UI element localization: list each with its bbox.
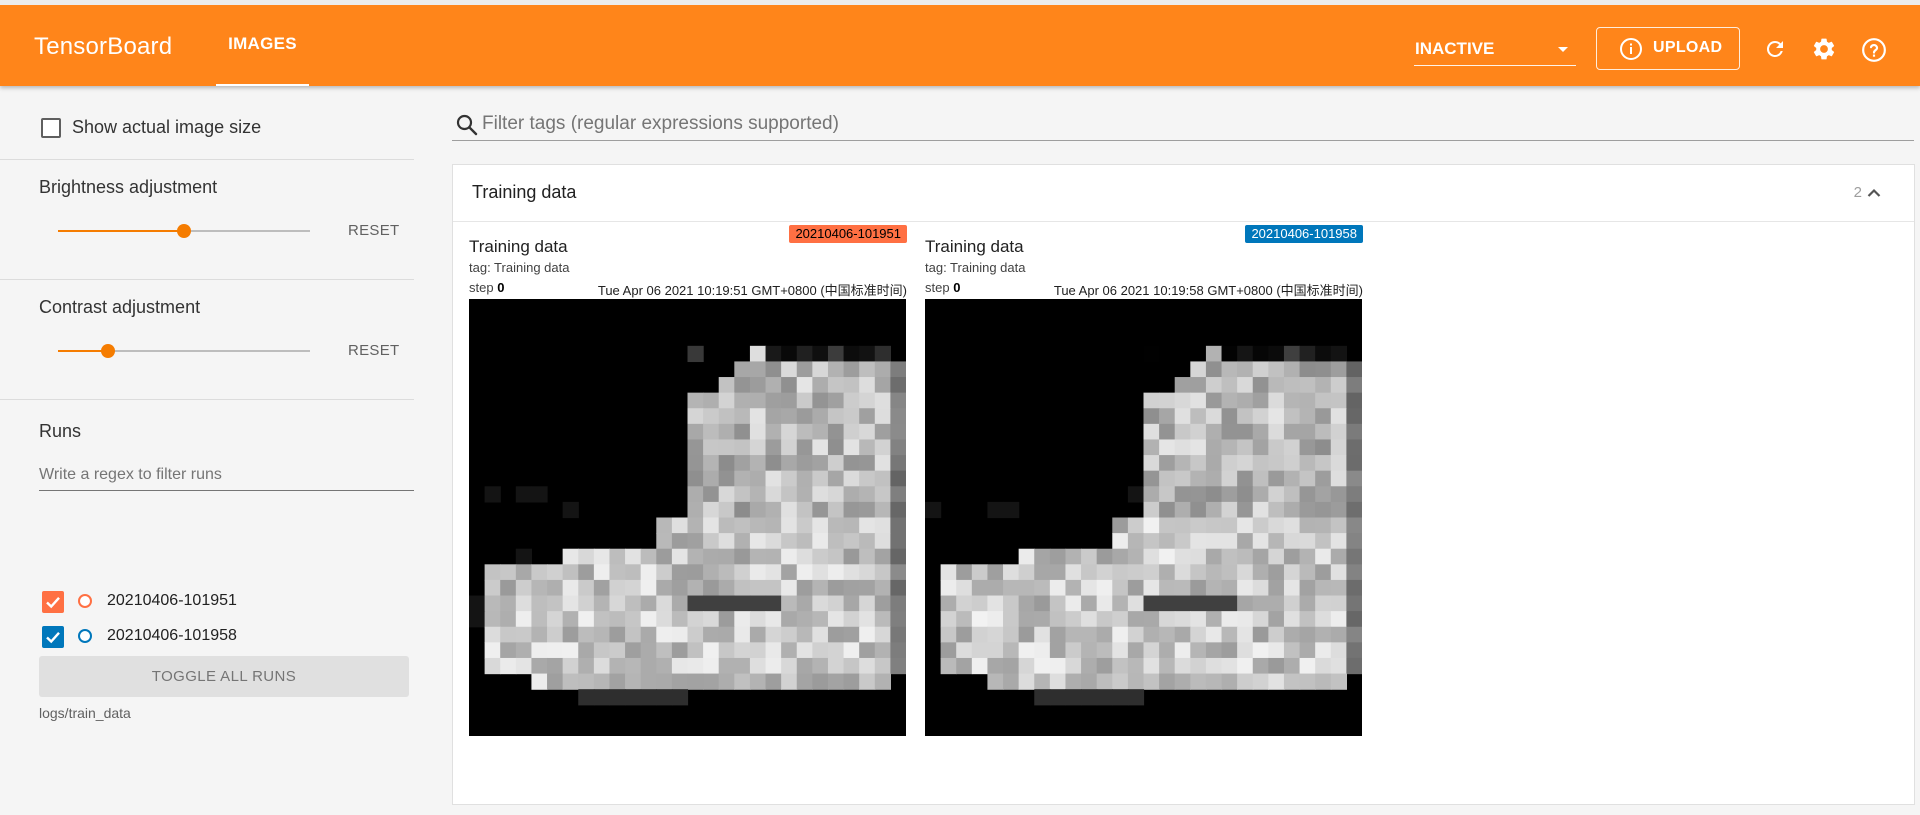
sidebar: Show actual image size Brightness adjust… [0,86,416,815]
step-value: 0 [953,280,961,295]
run-badge: 20210406-101951 [789,225,907,243]
brightness-section: Brightness adjustment RESET [0,159,414,280]
info-icon [1620,38,1642,60]
settings-icon[interactable] [1811,36,1837,62]
step-label: step [469,280,494,295]
tab-images-label: IMAGES [228,34,297,53]
show-actual-size-label: Show actual image size [72,117,262,137]
run-badge: 20210406-101958 [1245,225,1363,243]
training-image [469,345,906,706]
reload-status-value: INACTIVE [1415,39,1495,58]
image-card-tag: tag: Training data [469,260,570,275]
run-name: 20210406-101958 [107,627,237,644]
tag-group-count: 2 [1853,184,1862,201]
image-card-timestamp: Tue Apr 06 2021 10:19:51 GMT+0800 (中国标准时… [597,283,907,298]
refresh-icon[interactable] [1763,37,1787,61]
runs-filter-input[interactable] [39,460,414,491]
image-size-section: Show actual image size [0,86,414,160]
step-label: step [925,280,950,295]
help-icon[interactable] [1861,37,1887,63]
tag-group-title: Training data [472,182,577,202]
chevron-down-icon [1558,47,1568,52]
image-card-timestamp: Tue Apr 06 2021 10:19:58 GMT+0800 (中国标准时… [1053,283,1363,298]
toggle-all-runs-button[interactable]: TOGGLE ALL RUNS [39,656,409,697]
tab-images[interactable]: IMAGES [216,5,309,86]
image-card-title: Training data [925,237,1024,256]
training-image [925,345,1362,706]
top-app-bar: TensorBoard IMAGES INACTIVE UPLOAD [0,0,1920,86]
tag-filter-input[interactable] [482,110,1902,138]
search-icon [456,114,478,136]
image-card-step: step 0 [925,280,960,295]
runs-heading: Runs [39,421,82,441]
chevron-up-icon[interactable] [1866,185,1882,201]
upload-button[interactable]: UPLOAD [1596,27,1740,70]
checkmark-icon [46,596,60,609]
image-card-title: Training data [469,237,568,256]
run-color-swatch[interactable] [78,594,92,608]
reload-status-select[interactable]: INACTIVE [1414,35,1576,66]
image-card: 20210406-101958 Training data tag: Trainin… [925,225,1363,736]
log-directory: logs/train_data [39,705,131,721]
brightness-label: Brightness adjustment [39,177,218,197]
image-card-step: step 0 [469,280,504,295]
run-color-swatch[interactable] [78,629,92,643]
tag-group-card: Training data 2 20210406-101951 Training … [452,164,1915,805]
image-display[interactable] [925,299,1362,736]
image-card: 20210406-101951 Training data tag: Trainin… [469,225,907,736]
run-checkbox[interactable] [42,626,64,648]
app-brand: TensorBoard [34,33,173,60]
show-actual-size-checkbox[interactable] [41,118,61,138]
brightness-slider-fill [58,230,184,232]
brightness-reset-button[interactable]: RESET [348,222,400,239]
step-value: 0 [497,280,505,295]
contrast-reset-button[interactable]: RESET [348,342,400,359]
upload-button-label: UPLOAD [1653,39,1723,56]
brightness-slider-thumb[interactable] [177,224,191,238]
contrast-slider-thumb[interactable] [101,344,116,358]
run-checkbox[interactable] [42,591,64,613]
tag-group-header[interactable]: Training data 2 [453,165,1914,222]
run-name: 20210406-101951 [107,592,237,609]
tag-filter [452,110,1914,141]
contrast-section: Contrast adjustment RESET [0,279,414,400]
image-card-tag: tag: Training data [925,260,1026,275]
contrast-label: Contrast adjustment [39,297,201,317]
checkmark-icon [46,631,60,644]
image-display[interactable] [469,299,906,736]
